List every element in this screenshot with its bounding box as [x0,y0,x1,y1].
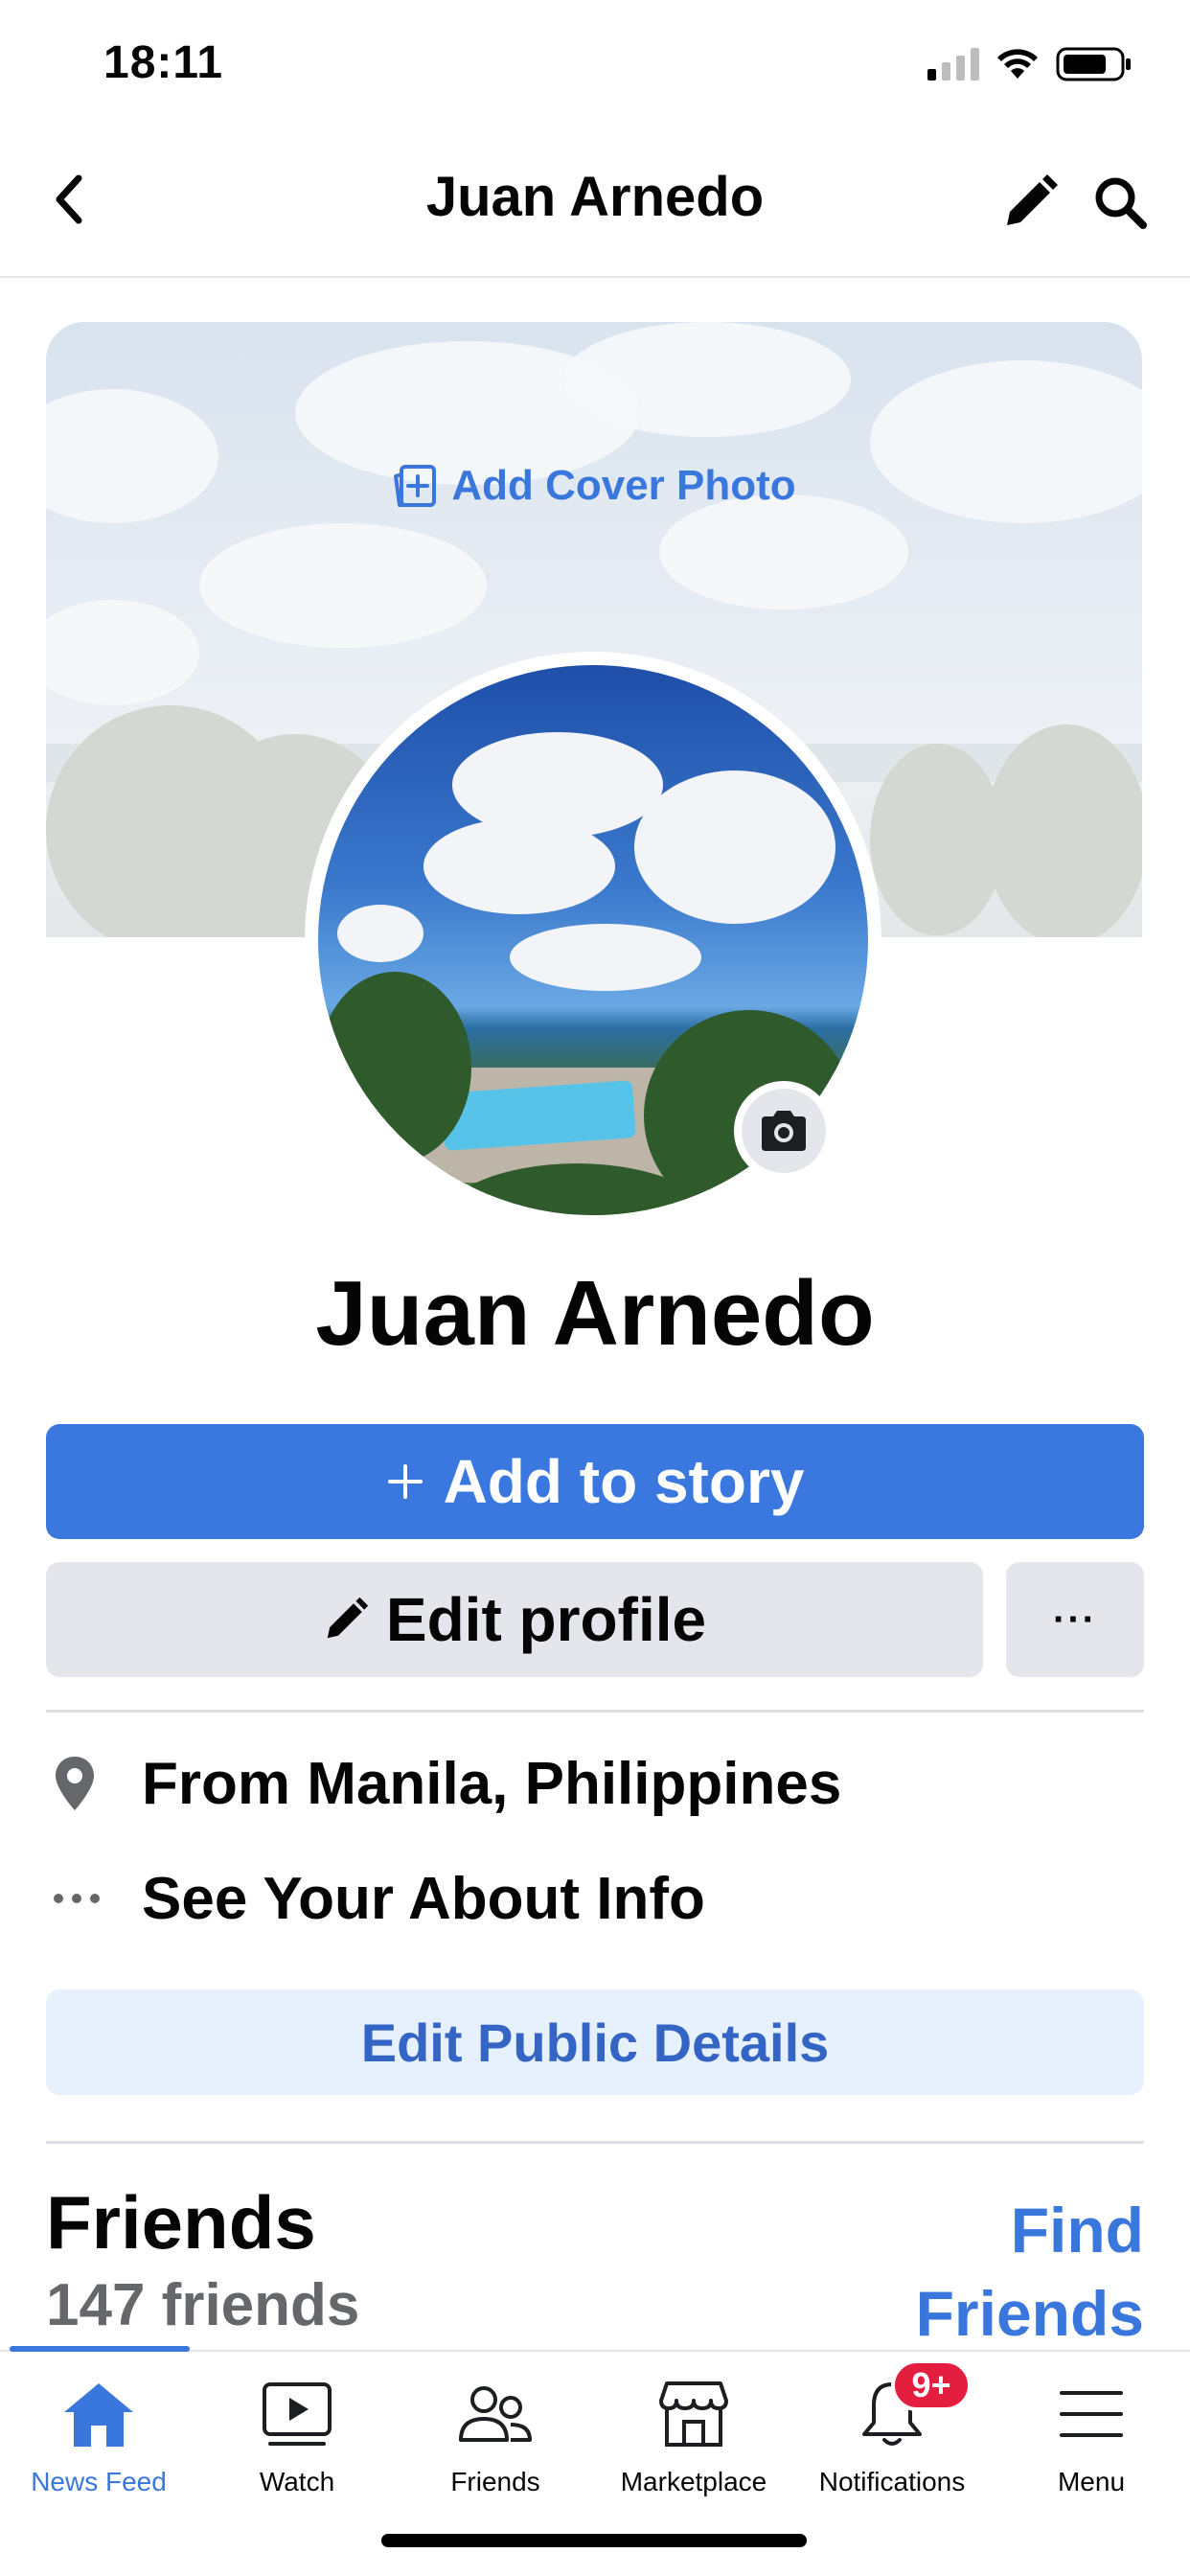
plus-icon [387,1464,423,1499]
friends-count: 147 friends [46,2272,360,2338]
add-photo-icon [394,465,437,507]
active-tab-indicator [10,2346,190,2352]
friends-section-title: Friends [46,2180,316,2265]
divider [46,2141,1144,2144]
add-to-story-label: Add to story [443,1447,805,1516]
nav-label: Watch [259,2467,335,2496]
nav-item-news-feed[interactable]: News Feed [0,2371,197,2515]
divider [46,1710,1144,1713]
nav-label: Notifications [818,2467,966,2496]
pencil-icon [327,1597,369,1639]
nav-item-watch[interactable]: Watch [198,2371,396,2515]
nav-item-friends[interactable]: Friends [397,2371,594,2515]
location-pin-icon [46,1740,142,1827]
marketplace-icon [651,2371,737,2457]
about-item-label: From Manila, Philippines [142,1750,842,1817]
add-cover-photo-label: Add Cover Photo [451,462,796,509]
nav-label: Friends [450,2467,540,2496]
add-to-story-button[interactable]: Add to story [46,1424,1144,1539]
nav-label: News Feed [31,2467,167,2496]
home-icon [56,2371,142,2457]
watch-icon [254,2371,340,2457]
nav-label: Marketplace [620,2467,767,2496]
edit-profile-label: Edit profile [385,1585,707,1654]
about-item-location[interactable]: From Manila, Philippines [46,1740,1144,1827]
about-item-see-info[interactable]: See Your About Info [46,1855,1144,1942]
pencil-icon [1007,174,1058,225]
cellular-signal-icon [927,48,979,80]
profile-header: Juan Arnedo [0,144,1190,278]
nav-item-menu[interactable]: Menu [993,2371,1190,2515]
more-options-button[interactable]: ··· [1006,1562,1144,1677]
battery-icon [1056,47,1131,81]
edit-header-button[interactable] [996,169,1064,236]
status-icons [927,46,1133,82]
bell-icon: 9+ [849,2359,972,2457]
change-profile-picture-button[interactable] [734,1081,834,1181]
edit-public-details-button[interactable]: Edit Public Details [46,1990,1144,2095]
nav-label: Menu [1057,2467,1126,2496]
hamburger-menu-icon [1048,2371,1134,2457]
more-options-label: ··· [1053,1598,1097,1641]
search-button[interactable] [1087,169,1154,236]
about-item-label: See Your About Info [142,1865,705,1932]
more-dots-icon [46,1855,142,1942]
status-bar: 18:11 [0,0,1190,134]
status-time: 18:11 [103,37,224,88]
edit-public-details-label: Edit Public Details [360,2012,830,2073]
wifi-icon [997,49,1038,79]
profile-name: Juan Arnedo [315,1262,875,1365]
nav-item-notifications[interactable]: 9+ Notifications [793,2359,991,2515]
friends-icon [452,2371,538,2457]
edit-profile-button[interactable]: Edit profile [46,1562,983,1677]
search-icon [1095,177,1147,229]
nav-item-marketplace[interactable]: Marketplace [595,2371,792,2515]
camera-icon [762,1111,806,1151]
add-cover-photo-button[interactable]: Add Cover Photo [46,462,1142,510]
find-friends-link[interactable]: Find Friends [837,2189,1144,2356]
home-indicator[interactable] [381,2534,807,2547]
notification-badge: 9+ [891,2359,972,2411]
